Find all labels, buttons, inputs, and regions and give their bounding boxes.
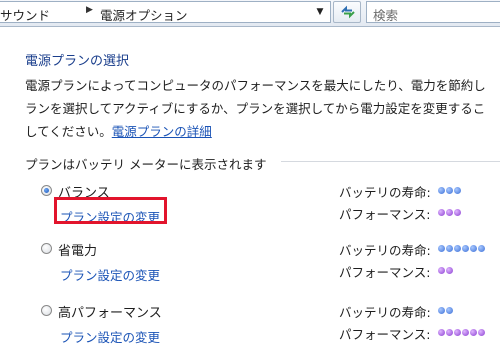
navigation-bar: サウンド ▶ 電源オプション ▼ 検索 [0, 0, 500, 27]
plan-balanced-performance-meter [438, 209, 461, 217]
plan-high-performance-battery-meter [438, 307, 453, 315]
plan-power-saver-name[interactable]: 省電力 [58, 240, 97, 259]
plan-high-performance-performance-meter [438, 329, 485, 337]
plan-high-performance-name[interactable]: 高パフォーマンス [58, 302, 162, 321]
plan-power-saver-battery-meter-dot [438, 245, 445, 252]
plan-power-saver-battery-meter-dot [454, 245, 461, 252]
plan-balanced-radio[interactable] [41, 185, 52, 196]
group-divider [281, 161, 500, 162]
plan-balanced-battery-meter [438, 187, 461, 195]
plan-high-performance-radio[interactable] [41, 305, 52, 316]
plan-balanced-battery-meter-dot [438, 187, 445, 194]
power-plan-details-link[interactable]: 電源プランの詳細 [112, 124, 212, 139]
description-line-3: してください。電源プランの詳細 [25, 120, 486, 143]
description-line-1: 電源プランによってコンピュータのパフォーマンスを最大にしたり、電力を節約し [25, 78, 486, 93]
group-title: プランはバッテリ メーターに表示されます [25, 157, 267, 172]
plan-power-saver-performance-meter-dot [446, 267, 453, 274]
breadcrumb-power-options[interactable]: 電源オプション [100, 5, 188, 24]
plan-high-performance-battery-meter-dot [438, 307, 445, 314]
plan-power-saver: 省電力 プラン設定の変更 バッテリの寿命: パフォーマンス: [0, 240, 500, 288]
plan-high-performance-performance-meter-dot [478, 329, 485, 336]
refresh-button[interactable] [333, 1, 361, 23]
description-line-3-text: してください。 [25, 124, 112, 139]
plan-power-saver-radio[interactable] [41, 243, 52, 254]
plan-power-saver-battery-meter-dot [446, 245, 453, 252]
plan-power-saver-performance-label: パフォーマンス: [339, 265, 431, 280]
plan-high-performance-performance-meter-dot [446, 329, 453, 336]
plan-high-performance-battery-meter-dot [446, 307, 453, 314]
plan-high-performance-performance-label: パフォーマンス: [339, 327, 431, 342]
description: 電源プランによってコンピュータのパフォーマンスを最大にしたり、電力を節約し ラン… [25, 74, 486, 143]
plan-power-saver-change-settings-link[interactable]: プラン設定の変更 [60, 265, 160, 284]
plan-balanced-battery-meter-dot [446, 187, 453, 194]
description-line-2: ランを選択してアクティブにするか、プランを選択してから電力設定を変更するこ [25, 101, 486, 116]
plan-power-saver-battery-label: バッテリの寿命: [339, 243, 431, 258]
page-title: 電源プランの選択 [25, 54, 130, 69]
plan-power-saver-performance-meter-dot [438, 267, 445, 274]
plan-power-saver-battery-meter-dot [462, 245, 469, 252]
chevron-down-icon[interactable]: ▼ [313, 4, 327, 20]
highlight-box [54, 197, 167, 224]
plan-balanced-performance-meter-dot [438, 209, 445, 216]
plan-high-performance: 高パフォーマンス プラン設定の変更 バッテリの寿命: パフォーマンス: [0, 302, 500, 350]
plan-high-performance-performance-meter-dot [454, 329, 461, 336]
chevron-right-icon[interactable]: ▶ [86, 5, 93, 15]
plan-high-performance-battery-label: バッテリの寿命: [339, 305, 431, 320]
breadcrumb-sound[interactable]: サウンド [0, 5, 50, 24]
plan-balanced-battery-meter-dot [454, 187, 461, 194]
search-box[interactable]: 検索 [366, 1, 500, 23]
plan-power-saver-battery-meter-dot [478, 245, 485, 252]
search-placeholder: 検索 [373, 8, 399, 23]
refresh-icon [341, 5, 355, 19]
plan-high-performance-performance-meter-dot [462, 329, 469, 336]
plan-power-saver-battery-meter [438, 245, 485, 253]
plan-balanced-performance-meter-dot [454, 209, 461, 216]
plan-power-saver-battery-meter-dot [470, 245, 477, 252]
plan-balanced-battery-label: バッテリの寿命: [339, 185, 431, 200]
plan-high-performance-performance-meter-dot [470, 329, 477, 336]
plan-balanced-performance-label: パフォーマンス: [339, 207, 431, 222]
plan-balanced-performance-meter-dot [446, 209, 453, 216]
address-bar[interactable]: サウンド ▶ 電源オプション ▼ [0, 1, 331, 23]
plan-power-saver-performance-meter [438, 267, 453, 275]
plan-high-performance-performance-meter-dot [438, 329, 445, 336]
plan-high-performance-change-settings-link[interactable]: プラン設定の変更 [60, 327, 160, 346]
